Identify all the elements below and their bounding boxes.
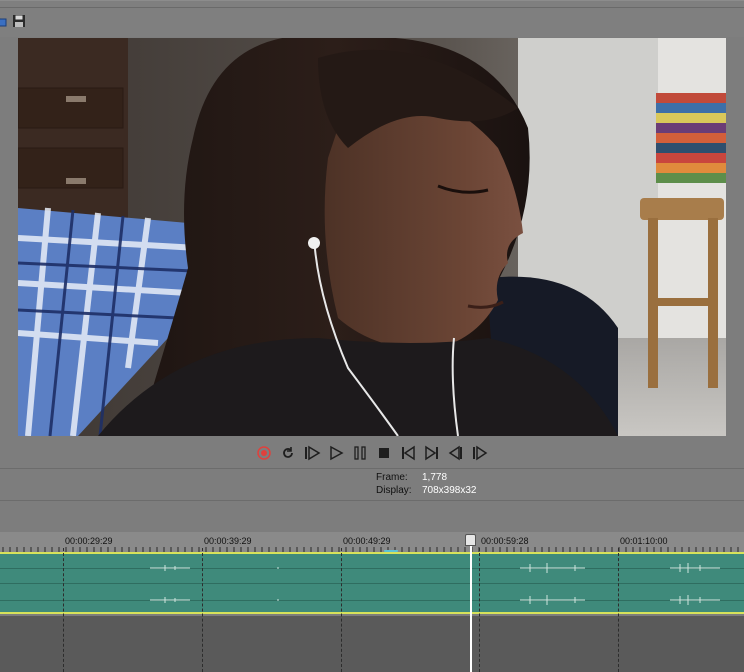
audio-waveform: [150, 563, 720, 605]
display-label: Display:: [376, 485, 412, 496]
go-to-start-button[interactable]: [399, 444, 417, 462]
play-icon: [330, 445, 344, 461]
timeline-ruler[interactable]: 00:00:29:29 00:00:39:29 00:00:49:29 00:0…: [0, 532, 744, 552]
frame-value: 1,778: [422, 472, 448, 483]
pause-button[interactable]: [351, 444, 369, 462]
go-to-end-icon: [425, 445, 438, 461]
preview-info-panel: Frame: 1,778 Display: 708x398x32: [0, 469, 744, 499]
previous-frame-button[interactable]: [447, 444, 465, 462]
playhead-handle[interactable]: [465, 534, 476, 546]
play-from-start-icon: [305, 445, 321, 461]
next-frame-button[interactable]: [471, 444, 489, 462]
ruler-tick-label: 00:00:59:28: [481, 536, 529, 546]
audio-track[interactable]: [0, 552, 744, 614]
display-value: 708x398x32: [422, 485, 477, 496]
ruler-tick-label: 00:00:29:29: [65, 536, 113, 546]
grid-line: [341, 548, 343, 672]
save-icon[interactable]: [12, 14, 26, 28]
loop-button[interactable]: [279, 444, 297, 462]
video-preview: [18, 38, 726, 436]
grid-line: [479, 548, 481, 672]
transport-bar: [0, 440, 744, 466]
toolbar-divider: [0, 7, 744, 8]
play-button[interactable]: [327, 444, 345, 462]
stop-icon: [379, 448, 389, 458]
divider: [0, 500, 744, 501]
preview-toolbar: [0, 0, 744, 37]
ruler-tick-label: 00:00:39:29: [204, 536, 252, 546]
timeline-empty-area[interactable]: [0, 616, 744, 672]
folder-icon[interactable]: [0, 14, 8, 28]
grid-line: [63, 548, 65, 672]
loop-icon: [283, 447, 293, 458]
grid-line: [618, 548, 620, 672]
go-to-start-icon: [402, 445, 415, 461]
previous-frame-icon: [448, 445, 462, 461]
grid-line: [202, 548, 204, 672]
next-frame-icon: [473, 445, 488, 461]
pause-icon: [354, 446, 366, 460]
ruler-tick-label: 00:01:10:00: [620, 536, 668, 546]
stop-button[interactable]: [375, 444, 393, 462]
ruler-tick-label: 00:00:49:29: [343, 536, 391, 546]
play-from-start-button[interactable]: [303, 444, 321, 462]
record-button[interactable]: [255, 444, 273, 462]
playhead[interactable]: [470, 534, 472, 672]
go-to-end-button[interactable]: [423, 444, 441, 462]
record-icon: [257, 446, 271, 460]
frame-label: Frame:: [376, 472, 408, 483]
